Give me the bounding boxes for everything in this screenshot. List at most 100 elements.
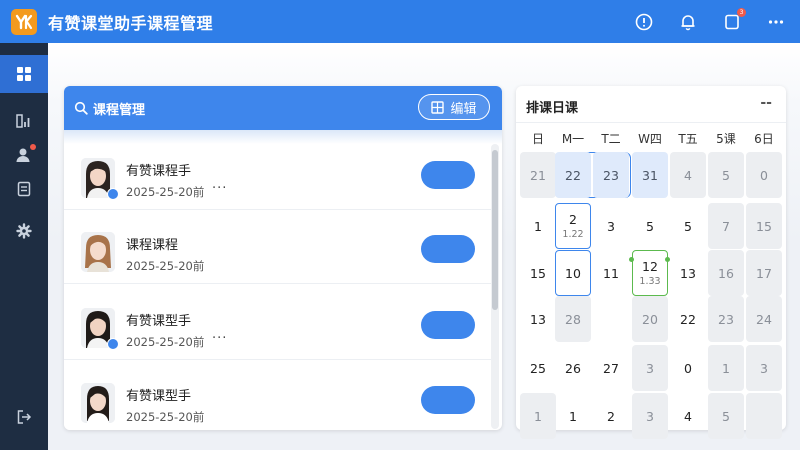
weekday-label: 6日 [754, 132, 774, 146]
calendar-day-cell[interactable]: 0 [746, 152, 782, 198]
calendar-day-cell[interactable]: 3 [593, 203, 629, 249]
more-options[interactable]: ··· [212, 331, 227, 346]
sidebar-item-documents[interactable] [0, 170, 48, 208]
course-toggle[interactable] [421, 311, 475, 339]
sidebar-item-logout[interactable] [0, 398, 48, 436]
course-toggle[interactable] [421, 386, 475, 414]
course-row[interactable]: 课程课程 2025-25-20前 [64, 218, 492, 284]
sidebar-item-settings[interactable] [0, 212, 48, 250]
search-icon[interactable] [74, 101, 88, 115]
calendar-day-cell[interactable]: 3 [632, 345, 668, 391]
calendar-day-cell[interactable]: 5 [708, 393, 744, 439]
sidebar-item-dashboard[interactable] [0, 55, 48, 93]
course-row[interactable]: 有赞课型手 2025-25-20前 ··· [64, 294, 492, 360]
calendar-day-cell[interactable]: 13 [670, 250, 706, 296]
notifications-button[interactable] [678, 12, 698, 32]
calendar-day-cell[interactable]: 7 [708, 203, 744, 249]
day-number: 2 [569, 212, 577, 227]
info-button[interactable] [634, 12, 654, 32]
course-toggle[interactable] [421, 161, 475, 189]
day-number: 21 [530, 167, 546, 183]
more-options[interactable]: ··· [212, 181, 227, 196]
sidebar-item-users[interactable] [0, 136, 48, 174]
calendar-day-cell[interactable]: 22 [555, 152, 591, 198]
calendar-day-cell[interactable]: 22 [670, 296, 706, 342]
verified-badge [107, 338, 119, 350]
app-title: 有赞课堂助手课程管理 [48, 13, 214, 33]
calendar-day-cell[interactable]: 23 [708, 296, 744, 342]
calendar-day-cell[interactable]: 24 [746, 296, 782, 342]
calendar-menu-button[interactable]: -- [760, 95, 772, 111]
day-number: 1 [534, 218, 542, 234]
edit-button-label: 编辑 [450, 101, 477, 117]
day-number: 0 [760, 167, 768, 183]
course-date: 2025-25-20前 [126, 410, 205, 424]
calendar-panel: 排课日课 -- 日 M一 T二 W四 T五 5课 6日 21 22 23 31 4 5 0 1 2 1.22 3 5… [516, 86, 786, 439]
calendar-day-cell[interactable]: 2 1.22 [555, 203, 591, 249]
calendar-day-cell[interactable]: 4 [670, 393, 706, 439]
calendar-day-cell[interactable]: 11 [593, 250, 629, 296]
calendar-day-cell[interactable] [746, 393, 782, 439]
day-number: 20 [642, 311, 658, 327]
more-button[interactable] [766, 12, 786, 32]
day-number: 5 [646, 218, 654, 234]
calendar-day-cell[interactable]: 15 [746, 203, 782, 249]
calendar-day-cell[interactable]: 5 [670, 203, 706, 249]
calendar-day-cell[interactable]: 13 [520, 296, 556, 342]
calendar-day-cell[interactable]: 3 [632, 393, 668, 439]
calendar-day-cell[interactable]: 21 [520, 152, 556, 198]
calendar-day-cell[interactable]: 1 [520, 393, 556, 439]
day-number: 24 [756, 311, 772, 327]
calendar-day-cell[interactable]: 5 [708, 152, 744, 198]
calendar-day-cell[interactable]: 1 [708, 345, 744, 391]
header-shadow [64, 130, 502, 144]
course-date: 2025-25-20前 [126, 185, 205, 199]
calendar-day-cell[interactable]: 1 [555, 393, 591, 439]
calendar-day-cell[interactable]: 12 1.33 [632, 250, 668, 296]
calendar-divider [516, 122, 786, 123]
calendar-day-cell[interactable] [593, 296, 629, 342]
list-scrollbar[interactable] [491, 144, 499, 429]
day-number: 28 [565, 311, 581, 327]
calendar-day-cell[interactable]: 10 [555, 250, 591, 296]
sidebar-item-stats[interactable] [0, 102, 48, 140]
notes-button[interactable]: 3 [722, 7, 746, 32]
calendar-day-cell[interactable]: 26 [555, 345, 591, 391]
calendar-day-cell[interactable]: 27 [593, 345, 629, 391]
day-number: 1 [722, 360, 730, 376]
day-number: 17 [756, 265, 772, 281]
logo-icon [15, 14, 33, 29]
calendar-day-cell[interactable]: 23 [593, 152, 629, 198]
day-number: 23 [603, 167, 619, 183]
calendar-day-cell[interactable]: 28 [555, 296, 591, 342]
course-row[interactable]: 有赞课型手 2025-25-20前 [64, 369, 492, 430]
course-toggle[interactable] [421, 235, 475, 263]
calendar-day-cell[interactable]: 4 [670, 152, 706, 198]
calendar-day-cell[interactable]: 3 [746, 345, 782, 391]
day-number: 4 [684, 167, 692, 183]
document-icon [17, 181, 31, 197]
day-number: 12 [642, 259, 658, 274]
calendar-day-cell[interactable]: 0 [670, 345, 706, 391]
edit-button[interactable]: 编辑 [418, 94, 490, 120]
calendar-day-cell[interactable]: 17 [746, 250, 782, 296]
calendar-day-cell[interactable]: 20 [632, 296, 668, 342]
top-actions: 3 [634, 0, 786, 43]
weekday-label: W四 [638, 132, 662, 146]
weekday-label: T二 [601, 132, 621, 146]
avatar-image [81, 383, 115, 423]
calendar-day-cell[interactable]: 16 [708, 250, 744, 296]
calendar-day-cell[interactable]: 15 [520, 250, 556, 296]
verified-badge [107, 188, 119, 200]
scroll-thumb[interactable] [492, 150, 498, 310]
calendar-day-cell[interactable]: 5 [632, 203, 668, 249]
day-number: 3 [646, 360, 654, 376]
logout-icon [17, 410, 32, 424]
gear-icon [16, 223, 32, 239]
course-row[interactable]: 有赞课程手 2025-25-20前 ··· [64, 144, 492, 210]
calendar-day-cell[interactable]: 25 [520, 345, 556, 391]
day-number: 15 [530, 265, 546, 281]
calendar-day-cell[interactable]: 1 [520, 203, 556, 249]
calendar-day-cell[interactable]: 31 [632, 152, 668, 198]
calendar-day-cell[interactable]: 2 [593, 393, 629, 439]
